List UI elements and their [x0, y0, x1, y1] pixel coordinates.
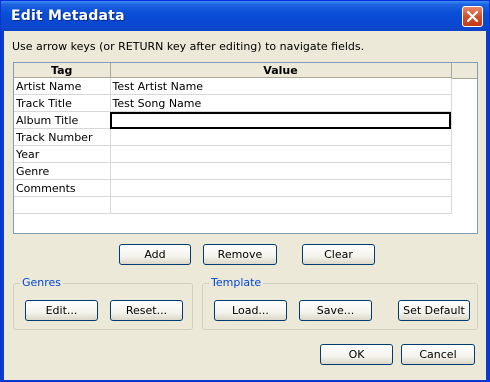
- table-row[interactable]: Track Number: [14, 128, 452, 146]
- column-header-tag[interactable]: Tag: [14, 63, 111, 78]
- empty-cell: [14, 196, 111, 214]
- table-row[interactable]: Artist Name Test Artist Name: [14, 77, 452, 95]
- table-row[interactable]: Album Title: [14, 111, 452, 129]
- cancel-button[interactable]: Cancel: [401, 344, 475, 365]
- genres-group: Genres Edit... Reset...: [13, 276, 193, 330]
- tag-cell: Comments: [14, 179, 111, 197]
- template-group: Template Load... Save... Set Default: [202, 276, 478, 330]
- tag-cell: Genre: [14, 162, 111, 180]
- instruction-text: Use arrow keys (or RETURN key after edit…: [12, 40, 365, 53]
- close-button[interactable]: [462, 6, 483, 27]
- value-cell[interactable]: [110, 128, 452, 146]
- dialog-body: Use arrow keys (or RETURN key after edit…: [4, 31, 486, 380]
- ok-button[interactable]: OK: [320, 344, 393, 365]
- remove-button[interactable]: Remove: [203, 244, 277, 265]
- reset-genres-button[interactable]: Reset...: [110, 300, 183, 321]
- table-header-row: Tag Value: [14, 63, 452, 78]
- window-title: Edit Metadata: [11, 8, 125, 24]
- title-bar[interactable]: Edit Metadata: [1, 1, 489, 31]
- add-button[interactable]: Add: [119, 244, 191, 265]
- load-template-button[interactable]: Load...: [214, 300, 287, 321]
- value-cell[interactable]: [110, 145, 452, 163]
- clear-button[interactable]: Clear: [302, 244, 375, 265]
- value-cell[interactable]: [110, 179, 452, 197]
- tag-cell: Track Title: [14, 94, 111, 112]
- tag-cell: Year: [14, 145, 111, 163]
- save-template-button[interactable]: Save...: [299, 300, 372, 321]
- empty-row: [14, 196, 452, 214]
- tag-cell: Artist Name: [14, 77, 111, 95]
- column-header-value[interactable]: Value: [110, 63, 452, 78]
- genres-group-label: Genres: [20, 276, 64, 289]
- value-cell[interactable]: Test Artist Name: [110, 77, 452, 95]
- table-row[interactable]: Genre: [14, 162, 452, 180]
- template-group-label: Template: [209, 276, 264, 289]
- tag-cell: Track Number: [14, 128, 111, 146]
- empty-cell: [110, 196, 452, 214]
- table-row[interactable]: Track Title Test Song Name: [14, 94, 452, 112]
- tag-cell: Album Title: [14, 111, 111, 129]
- edit-genres-button[interactable]: Edit...: [25, 300, 98, 321]
- table-row[interactable]: Comments: [14, 179, 452, 197]
- value-cell[interactable]: [110, 162, 452, 180]
- table-row[interactable]: Year: [14, 145, 452, 163]
- edit-metadata-window: Edit Metadata Use arrow keys (or RETURN …: [0, 0, 490, 382]
- metadata-table[interactable]: Tag Value Artist Name Test Artist Name T…: [13, 62, 478, 234]
- set-default-button[interactable]: Set Default: [398, 300, 470, 321]
- value-cell[interactable]: Test Song Name: [110, 94, 452, 112]
- header-filler: [451, 63, 477, 79]
- value-cell-editing[interactable]: [110, 111, 452, 129]
- close-icon: [467, 11, 478, 22]
